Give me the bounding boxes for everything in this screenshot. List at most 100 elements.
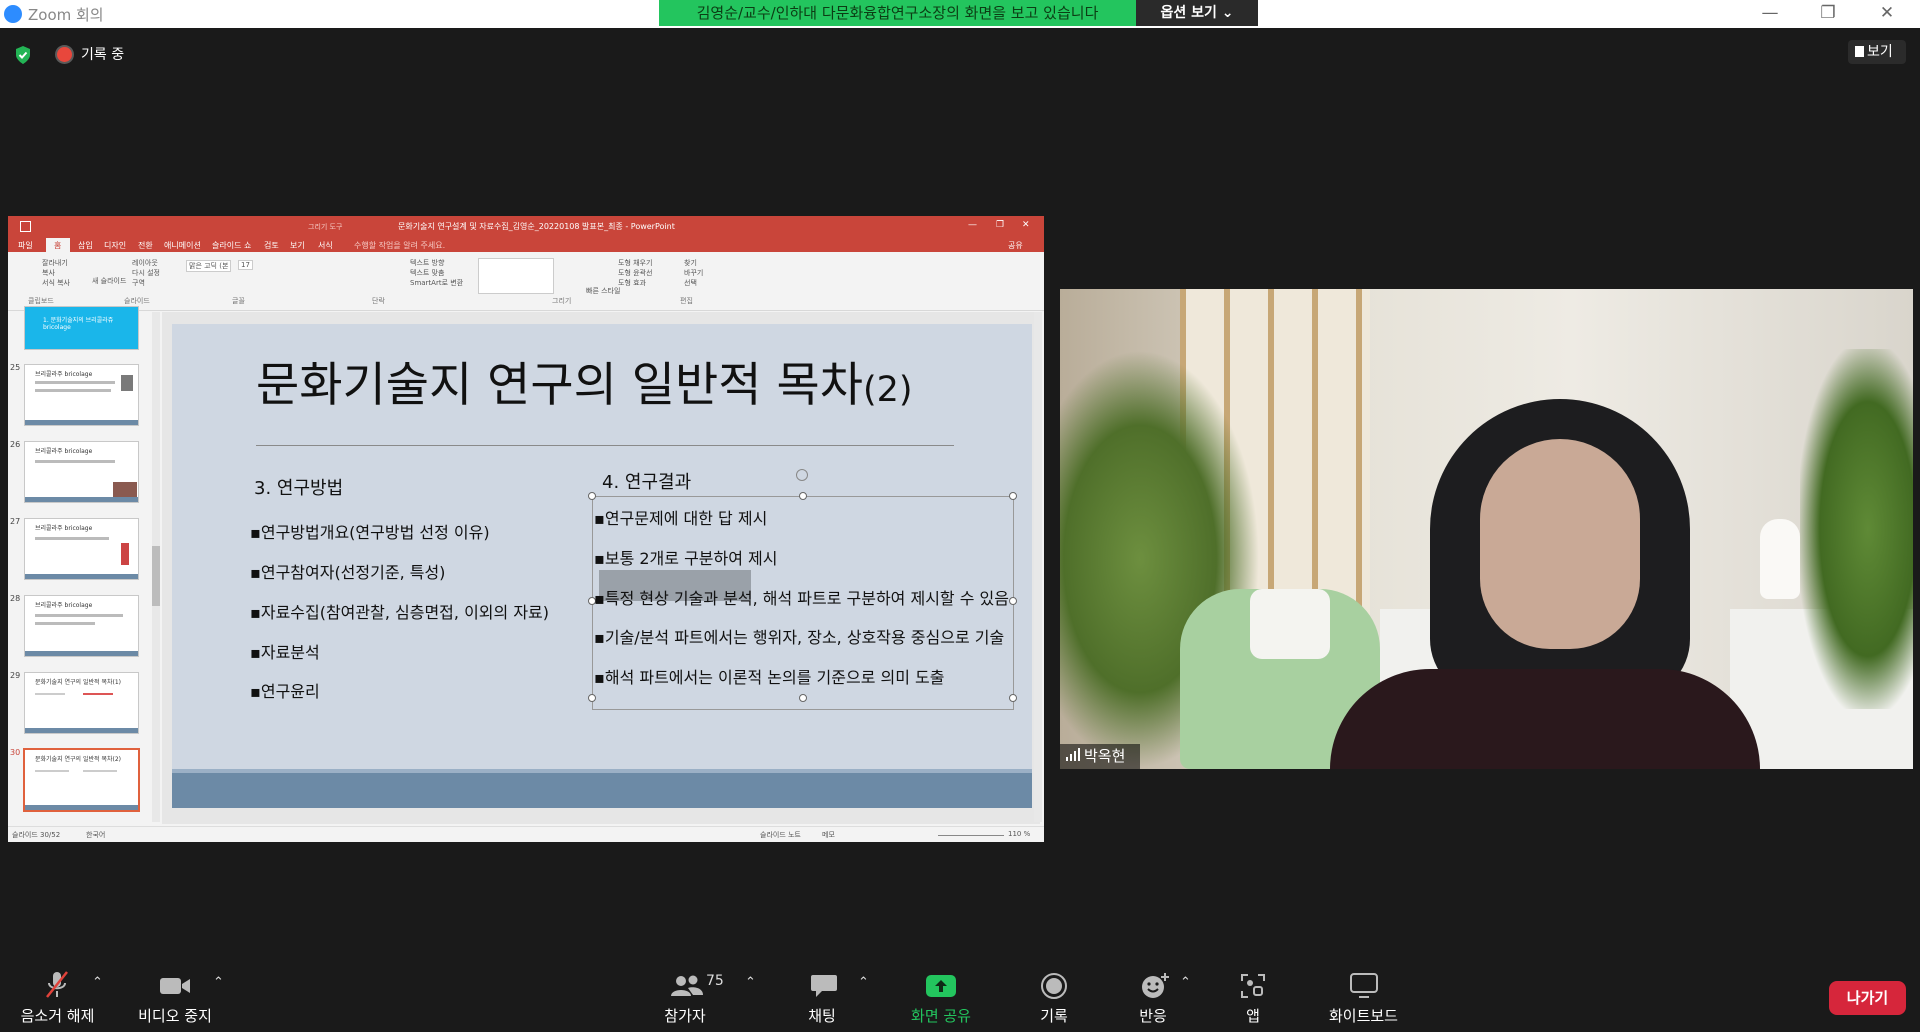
- ribbon-new-slide[interactable]: 새 슬라이드: [92, 276, 126, 286]
- right-bullet[interactable]: ▪기술/분석 파트에서는 행위자, 장소, 상호작용 중심으로 기술: [594, 624, 1004, 648]
- resize-handle[interactable]: [1009, 492, 1017, 500]
- rotate-handle-icon[interactable]: [796, 469, 808, 481]
- reactions-label[interactable]: 반응: [1108, 1005, 1198, 1026]
- slide-title[interactable]: 문화기술지 연구의 일반적 목차(2): [256, 346, 913, 415]
- ppt-save-icon[interactable]: [20, 221, 31, 232]
- participants-options-caret[interactable]: ⌃: [745, 975, 756, 990]
- ribbon-text-align[interactable]: 텍스트 맞춤: [410, 268, 444, 278]
- ribbon-font-family[interactable]: 맑은 고딕 (본: [186, 260, 232, 272]
- share-screen-icon[interactable]: [925, 974, 957, 998]
- slide-scrollbar[interactable]: [1034, 312, 1042, 822]
- chat-options-caret[interactable]: ⌃: [858, 975, 869, 990]
- chat-label[interactable]: 채팅: [777, 1005, 867, 1026]
- view-button[interactable]: 보기: [1848, 40, 1906, 64]
- ppt-menu-view[interactable]: 보기: [290, 240, 305, 251]
- ribbon-smartart[interactable]: SmartArt로 변환: [410, 278, 463, 288]
- resize-handle[interactable]: [799, 492, 807, 500]
- language-indicator[interactable]: 한국어: [86, 830, 105, 840]
- right-bullet[interactable]: ▪연구문제에 대한 답 제시: [594, 505, 767, 529]
- resize-handle[interactable]: [588, 492, 596, 500]
- right-bullet[interactable]: ▪특정 현상 기술과 분석, 해석 파트로 구분하여 제시할 수 있음: [594, 585, 1009, 609]
- ribbon-shape-effects[interactable]: 도형 효과: [618, 278, 646, 288]
- slide-thumbnail[interactable]: 브리콜라주 bricolage: [24, 441, 139, 503]
- close-button[interactable]: ✕: [1872, 3, 1902, 23]
- ppt-minimize-button[interactable]: —: [968, 220, 977, 230]
- shield-icon[interactable]: [14, 45, 32, 65]
- share-screen-label[interactable]: 화면 공유: [895, 1005, 987, 1026]
- resize-handle[interactable]: [588, 694, 596, 702]
- whiteboard-label[interactable]: 화이트보드: [1316, 1005, 1411, 1026]
- chat-icon[interactable]: [810, 973, 838, 999]
- ppt-menu-insert[interactable]: 삽입: [78, 240, 93, 251]
- ppt-menu-slideshow[interactable]: 슬라이드 쇼: [212, 240, 251, 251]
- ribbon-reset[interactable]: 다시 설정: [132, 268, 160, 278]
- right-bullet[interactable]: ▪해석 파트에서는 이론적 논의를 기준으로 의미 도출: [594, 664, 944, 688]
- left-bullet[interactable]: ▪연구윤리: [250, 678, 320, 702]
- restore-button[interactable]: ❐: [1813, 3, 1843, 23]
- resize-handle[interactable]: [799, 694, 807, 702]
- left-bullet[interactable]: ▪연구방법개요(연구방법 선정 이유): [250, 519, 490, 543]
- ppt-menu-design[interactable]: 디자인: [104, 240, 126, 251]
- ppt-tell-me[interactable]: 수행할 작업을 알려 주세요.: [354, 240, 445, 251]
- ribbon-replace[interactable]: 바꾸기: [684, 268, 703, 278]
- participants-label[interactable]: 참가자: [640, 1005, 730, 1026]
- minimize-button[interactable]: —: [1755, 3, 1785, 23]
- ribbon-copy[interactable]: 복사: [42, 268, 55, 278]
- ribbon-section[interactable]: 구역: [132, 278, 145, 288]
- slide-thumbnail[interactable]: 1. 문화기술지의 브리콜라쥬 bricolage: [24, 306, 139, 350]
- ribbon-cut[interactable]: 잘라내기: [42, 258, 68, 268]
- ribbon-select[interactable]: 선택: [684, 278, 697, 288]
- ppt-menu-transition[interactable]: 전환: [138, 240, 153, 251]
- video-camera-icon[interactable]: [159, 975, 191, 997]
- ppt-restore-button[interactable]: ❐: [996, 220, 1004, 230]
- record-label[interactable]: 기록: [1009, 1005, 1099, 1026]
- whiteboard-icon[interactable]: [1350, 973, 1378, 999]
- ribbon-shapes-gallery[interactable]: [478, 258, 554, 294]
- ppt-share-button[interactable]: 공유: [1008, 240, 1023, 251]
- reactions-icon[interactable]: [1140, 972, 1170, 1000]
- ppt-menu-file[interactable]: 파일: [18, 240, 33, 251]
- video-options-caret[interactable]: ⌃: [213, 975, 224, 990]
- slide-thumbnail[interactable]: 브리콜라주 bricolage: [24, 595, 139, 657]
- ribbon-shape-outline[interactable]: 도형 윤곽선: [618, 268, 652, 278]
- notes-button[interactable]: 슬라이드 노트: [760, 830, 801, 840]
- slide-thumbnail[interactable]: 브리콜라주 bricolage: [24, 518, 139, 580]
- ribbon-format-painter[interactable]: 서식 복사: [42, 278, 70, 288]
- ppt-close-button[interactable]: ✕: [1022, 220, 1030, 230]
- microphone-muted-icon[interactable]: [44, 970, 70, 1000]
- ribbon-quick-styles[interactable]: 빠른 스타일: [586, 286, 620, 296]
- ribbon-layout[interactable]: 레이아웃: [132, 258, 158, 268]
- left-bullet[interactable]: ▪자료수집(참여관찰, 심층면접, 이외의 자료): [250, 599, 549, 623]
- ribbon-font-size[interactable]: 17: [238, 260, 253, 270]
- audio-options-caret[interactable]: ⌃: [92, 975, 103, 990]
- ppt-menu-animation[interactable]: 애니메이션: [164, 240, 201, 251]
- reactions-options-caret[interactable]: ⌃: [1180, 975, 1191, 990]
- left-column-heading[interactable]: 3. 연구방법: [254, 474, 343, 500]
- unmute-label[interactable]: 음소거 해제: [10, 1005, 105, 1026]
- zoom-slider[interactable]: [938, 835, 1004, 836]
- slide-thumbnail[interactable]: 문화기술지 연구의 일반적 목차(1): [24, 672, 139, 734]
- resize-handle[interactable]: [1009, 694, 1017, 702]
- thumbnail-scrollbar-thumb[interactable]: [152, 546, 160, 606]
- view-options-button[interactable]: 옵션 보기 ⌄: [1136, 0, 1258, 26]
- participants-icon[interactable]: [670, 974, 704, 998]
- ppt-menu-review[interactable]: 검토: [264, 240, 279, 251]
- right-bullet[interactable]: ▪보통 2개로 구분하여 제시: [594, 545, 777, 569]
- ribbon-find[interactable]: 찾기: [684, 258, 697, 268]
- leave-meeting-button[interactable]: 나가기: [1829, 981, 1906, 1015]
- ribbon-text-direction[interactable]: 텍스트 방향: [410, 258, 444, 268]
- apps-icon[interactable]: [1240, 973, 1266, 999]
- record-icon[interactable]: [1040, 972, 1068, 1000]
- resize-handle[interactable]: [1009, 597, 1017, 605]
- comments-button[interactable]: 메모: [822, 830, 835, 840]
- left-bullet[interactable]: ▪자료분석: [250, 639, 320, 663]
- slide-thumbnail-selected[interactable]: 문화기술지 연구의 일반적 목차(2): [23, 748, 140, 812]
- zoom-level[interactable]: 110 %: [1008, 830, 1030, 838]
- left-bullet[interactable]: ▪연구참여자(선정기준, 특성): [250, 559, 445, 583]
- apps-label[interactable]: 앱: [1208, 1005, 1298, 1026]
- ppt-menu-home[interactable]: 홈: [54, 240, 61, 251]
- slide-thumbnail[interactable]: 브리콜라주 bricolage: [24, 364, 139, 426]
- ribbon-shape-fill[interactable]: 도형 채우기: [618, 258, 652, 268]
- ppt-menu-format[interactable]: 서식: [318, 240, 333, 251]
- right-column-heading[interactable]: 4. 연구결과: [602, 468, 691, 494]
